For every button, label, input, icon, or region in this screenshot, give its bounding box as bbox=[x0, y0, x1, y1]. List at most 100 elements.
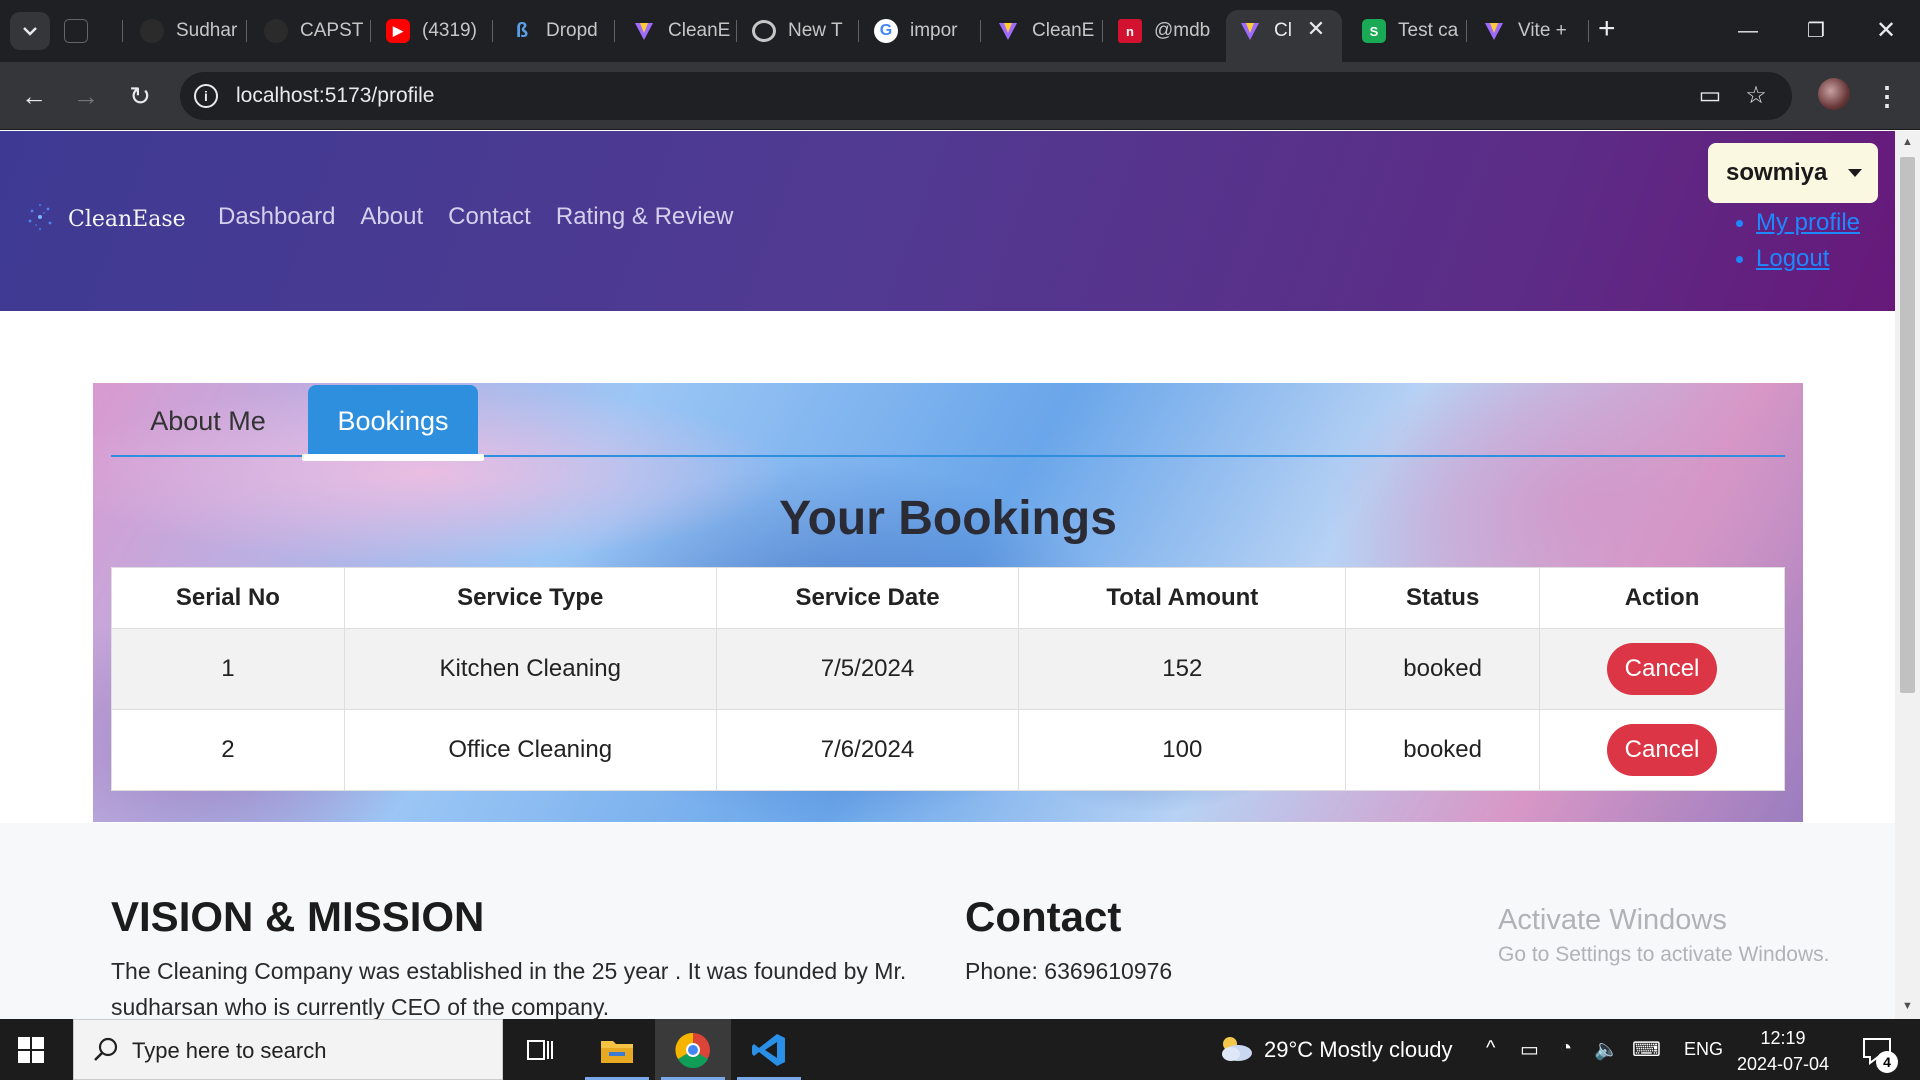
browser-tab-title: Dropd bbox=[546, 20, 598, 41]
browser-tab-title: (4319) bbox=[422, 20, 477, 41]
logout-link[interactable]: Logout bbox=[1736, 241, 1860, 277]
site-logo-text[interactable]: CleanEase bbox=[68, 207, 186, 232]
activate-windows-watermark: Activate Windows Go to Settings to activ… bbox=[1498, 904, 1830, 967]
nav-link-about[interactable]: About bbox=[360, 203, 423, 231]
browser-tab[interactable]: G impor bbox=[874, 12, 974, 50]
minimize-icon[interactable]: — bbox=[1728, 14, 1768, 48]
browser-tab-title: CleanE bbox=[668, 20, 731, 41]
chrome-profile-avatar[interactable] bbox=[1818, 78, 1850, 110]
scroll-up-icon[interactable]: ▲ bbox=[1900, 135, 1915, 149]
nav-link-dashboard[interactable]: Dashboard bbox=[218, 203, 335, 231]
chevron-down-icon bbox=[23, 27, 37, 36]
chrome-taskbar-icon[interactable] bbox=[655, 1019, 731, 1080]
tab-bookings[interactable]: Bookings bbox=[308, 385, 478, 457]
bootstrap-icon: ß bbox=[515, 19, 529, 42]
browser-tab[interactable]: CleanE bbox=[632, 12, 732, 50]
windows-start-icon[interactable] bbox=[18, 1037, 44, 1063]
window-close-icon[interactable]: ✕ bbox=[1866, 14, 1906, 48]
vscode-icon bbox=[752, 1033, 785, 1066]
site-info-icon[interactable]: i bbox=[194, 84, 218, 108]
scrollbar-thumb[interactable] bbox=[1900, 157, 1915, 693]
user-dropdown-button[interactable]: sowmiya bbox=[1708, 143, 1878, 203]
volume-icon[interactable]: 🔈 bbox=[1594, 1037, 1619, 1062]
cancel-booking-button[interactable]: Cancel bbox=[1606, 724, 1718, 776]
column-header-status: Status bbox=[1345, 567, 1541, 629]
s-icon: S bbox=[1362, 19, 1386, 43]
scroll-down-icon[interactable]: ▼ bbox=[1900, 999, 1915, 1013]
tab-separator bbox=[858, 20, 859, 42]
action-cell: Cancel bbox=[1539, 628, 1785, 710]
system-clock[interactable]: 12:19 2024-07-04 bbox=[1732, 1025, 1834, 1077]
tab-separator bbox=[1588, 20, 1589, 42]
back-arrow-icon[interactable]: ← bbox=[14, 76, 54, 116]
vite-icon bbox=[996, 19, 1020, 43]
browser-tab[interactable]: New T bbox=[752, 12, 852, 50]
search-icon bbox=[94, 1037, 118, 1061]
browser-tab[interactable]: CleanE bbox=[996, 12, 1096, 50]
input-language[interactable]: ENG bbox=[1684, 1039, 1723, 1060]
browser-tab[interactable]: ▶ (4319) bbox=[386, 12, 486, 50]
service-date-cell: 7/5/2024 bbox=[715, 628, 1020, 710]
clock-date: 2024-07-04 bbox=[1736, 1054, 1830, 1074]
card-icon[interactable]: ▭ bbox=[1696, 82, 1724, 110]
cancel-booking-button[interactable]: Cancel bbox=[1606, 643, 1718, 695]
restore-icon[interactable]: ❐ bbox=[1796, 14, 1836, 48]
tab-search-button[interactable] bbox=[10, 12, 50, 50]
browser-tab[interactable]: n @mdb bbox=[1118, 12, 1218, 50]
nav-link-rating-review[interactable]: Rating & Review bbox=[556, 203, 733, 231]
reload-icon[interactable]: ↻ bbox=[120, 76, 160, 116]
vision-text-line: The Cleaning Company was established in … bbox=[111, 958, 907, 984]
address-bar[interactable]: i localhost:5173/profile ▭ ☆ bbox=[180, 72, 1792, 120]
browser-tab-title: CAPST bbox=[300, 20, 364, 41]
google-icon: G bbox=[874, 19, 898, 43]
forward-arrow-icon[interactable]: → bbox=[66, 76, 106, 116]
kebab-menu-icon[interactable]: ⋮ bbox=[1874, 76, 1900, 116]
active-tab-indicator bbox=[302, 454, 484, 461]
chrome-icon bbox=[752, 20, 776, 42]
tab-separator bbox=[370, 20, 371, 42]
bullet bbox=[1736, 220, 1743, 227]
browser-tab[interactable]: Sudhar bbox=[140, 12, 240, 50]
nav-link-contact[interactable]: Contact bbox=[448, 203, 531, 231]
serial-no-cell: 2 bbox=[111, 709, 345, 791]
mdb-icon: n bbox=[1118, 19, 1142, 43]
page-scrollbar[interactable]: ▲ ▼ bbox=[1895, 131, 1920, 1019]
browser-tab[interactable]: S Test ca bbox=[1362, 12, 1462, 50]
new-tab-icon[interactable]: + bbox=[1598, 14, 1616, 44]
file-explorer-icon[interactable] bbox=[579, 1019, 655, 1080]
chevron-up-icon[interactable]: ^ bbox=[1486, 1037, 1495, 1060]
browser-tab-active[interactable]: Cl bbox=[1238, 12, 1298, 50]
site-nav: Dashboard About Contact Rating & Review bbox=[218, 203, 733, 231]
vscode-taskbar-icon[interactable] bbox=[731, 1019, 807, 1080]
browser-tab[interactable]: Vite + bbox=[1482, 12, 1582, 50]
serial-no-cell: 1 bbox=[111, 628, 345, 710]
keyboard-icon[interactable]: ⌨ bbox=[1632, 1037, 1661, 1062]
browser-tab-title: @mdb bbox=[1154, 20, 1211, 41]
bookings-table: Serial No Service Type Service Date Tota… bbox=[111, 567, 1785, 791]
contact-phone: Phone: 6369610976 bbox=[965, 958, 1173, 984]
browser-tab-title: Cl bbox=[1274, 20, 1292, 41]
windows-taskbar: Type here to search 29°C Mostly cloudy ^… bbox=[0, 1019, 1920, 1080]
bookmark-star-icon[interactable]: ☆ bbox=[1742, 82, 1770, 110]
vision-mission-heading: VISION & MISSION bbox=[111, 893, 485, 940]
task-view-icon[interactable] bbox=[503, 1019, 579, 1080]
network-icon[interactable]: ◔ bbox=[1560, 1037, 1572, 1060]
battery-icon[interactable]: ▭ bbox=[1520, 1037, 1539, 1062]
taskbar-search-box[interactable]: Type here to search bbox=[73, 1019, 503, 1080]
tab-separator bbox=[614, 20, 615, 42]
tab-separator bbox=[1102, 20, 1103, 42]
close-tab-icon[interactable]: ✕ bbox=[1303, 16, 1329, 42]
weather-text[interactable]: 29°C Mostly cloudy bbox=[1264, 1037, 1453, 1063]
browser-toolbar: ← → ↻ i localhost:5173/profile ▭ ☆ ⋮ bbox=[0, 62, 1920, 130]
my-profile-link[interactable]: My profile bbox=[1736, 205, 1860, 241]
browser-tab[interactable]: CAPST bbox=[264, 12, 364, 50]
logo-sparkle-icon bbox=[28, 203, 52, 231]
tab-about-me[interactable]: About Me bbox=[123, 385, 293, 457]
contact-heading: Contact bbox=[965, 893, 1122, 940]
address-url[interactable]: localhost:5173/profile bbox=[236, 84, 434, 108]
watermark-line-1: Activate Windows bbox=[1498, 904, 1727, 936]
vite-icon bbox=[632, 19, 656, 43]
browser-tab[interactable]: ß Dropd bbox=[510, 12, 610, 50]
page-viewport: CleanEase Dashboard About Contact Rating… bbox=[0, 131, 1895, 1019]
column-header-total-amount: Total Amount bbox=[1018, 567, 1347, 629]
